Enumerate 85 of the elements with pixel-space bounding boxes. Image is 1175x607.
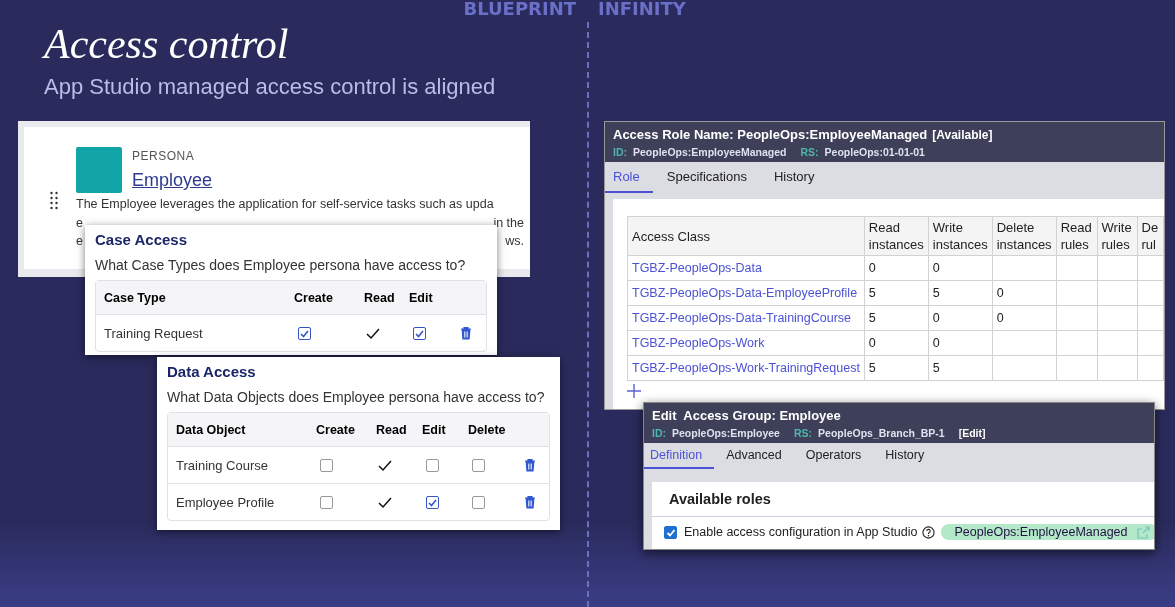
slide-subtitle: App Studio managed access control is aligned — [44, 74, 496, 100]
rs-label: RS: — [800, 146, 819, 158]
column-header: Edit — [421, 422, 447, 437]
drag-handle-icon[interactable] — [50, 191, 58, 210]
table-cell: 5 — [864, 305, 929, 331]
table-cell: 0 — [992, 280, 1057, 306]
checkbox[interactable] — [426, 458, 439, 472]
tab[interactable]: Operators — [799, 443, 874, 469]
description-fragment: ws. — [505, 233, 524, 250]
trash-icon[interactable] — [460, 326, 472, 340]
trash-icon[interactable] — [524, 495, 536, 509]
id-value: PeopleOps:Employee — [672, 427, 780, 439]
rs-label: RS: — [793, 427, 813, 439]
checkmark-icon — [378, 495, 392, 509]
section-title: Available roles — [652, 482, 1154, 517]
checkbox[interactable] — [426, 495, 439, 509]
checkbox-label: Enable access configuration in App Studio — [684, 525, 918, 539]
id-label: ID: — [613, 146, 627, 158]
checkbox[interactable] — [298, 326, 311, 340]
checkbox[interactable] — [320, 458, 333, 472]
checkbox[interactable] — [664, 525, 677, 539]
column-header: Create — [315, 422, 356, 437]
tab[interactable]: Advanced — [720, 443, 794, 469]
role-chip[interactable]: PeopleOps:EmployeeManaged — [940, 524, 1154, 540]
card-title: Case Access — [95, 231, 188, 248]
column-header: Edit — [408, 290, 434, 305]
column-header: Delete instances — [992, 216, 1057, 256]
description-fragment: e — [76, 215, 83, 232]
description-fragment: e — [76, 233, 83, 250]
checkmark-icon — [366, 326, 380, 340]
trash-icon[interactable] — [524, 458, 536, 472]
table-cell: 0 — [992, 305, 1057, 331]
table-cell: 0 — [864, 330, 929, 356]
column-header: Create — [293, 290, 334, 305]
id-value: PeopleOps:EmployeeManaged — [633, 146, 787, 158]
checkbox[interactable] — [472, 495, 485, 509]
table-cell-text: Training Course — [175, 457, 269, 473]
column-header: Write instances — [928, 216, 993, 256]
column-header: Read — [375, 422, 408, 437]
tab[interactable]: Specifications — [658, 162, 760, 193]
card-question: What Case Types does Employee persona have access to? — [95, 257, 467, 273]
checkmark-icon — [378, 458, 392, 472]
brand-text: BLUEPRINT — [462, 0, 576, 19]
table-cell: 5 — [928, 280, 993, 306]
column-header: Delete — [467, 422, 507, 437]
table-cell: 0 — [928, 255, 993, 281]
table-cell: 0 — [864, 255, 929, 281]
column-header: Access Class — [627, 216, 865, 256]
tab[interactable]: History — [879, 443, 937, 469]
tab[interactable]: Role — [605, 162, 653, 193]
column-header: De rul — [1137, 216, 1164, 256]
card-title: Data Access — [167, 363, 257, 380]
window-title: Edit Access Group: Employee — [652, 408, 841, 423]
tab[interactable]: Definition — [644, 443, 715, 469]
persona-name-link[interactable]: Employee — [132, 170, 213, 191]
checkbox[interactable] — [320, 495, 333, 509]
table-cell-text: Employee Profile — [175, 494, 276, 510]
table-cell: 5 — [928, 355, 993, 381]
column-header: Data Object — [175, 422, 247, 437]
card-question: What Data Objects does Employee persona have access to? — [167, 389, 546, 405]
tab[interactable]: History — [765, 162, 828, 193]
persona-label: PERSONA — [132, 149, 196, 163]
column-header: Read — [363, 290, 396, 305]
column-header: Case Type — [103, 290, 167, 305]
table-cell: 0 — [928, 330, 993, 356]
checkbox[interactable] — [472, 458, 485, 472]
rs-value: PeopleOps:01-01-01 — [824, 146, 925, 158]
id-label: ID: — [652, 427, 666, 439]
table-cell: 0 — [928, 305, 993, 331]
help-icon[interactable] — [921, 525, 935, 539]
column-header: Write rules — [1097, 216, 1137, 256]
column-header: Read rules — [1056, 216, 1097, 256]
table-cell: 5 — [864, 280, 929, 306]
column-header: Read instances — [864, 216, 929, 256]
checkbox[interactable] — [413, 326, 426, 340]
persona-description: The Employee leverages the application for self-service tasks such as upda — [76, 196, 495, 213]
rs-value: PeopleOps_Branch_BP-1 — [818, 427, 945, 439]
photo-placeholder — [76, 147, 122, 193]
window-title: Access Role Name: PeopleOps:EmployeeManaged — [613, 127, 928, 142]
edit-link[interactable]: [Edit] — [958, 427, 986, 439]
table-cell: 5 — [864, 355, 929, 381]
status-text: [Available] — [932, 128, 993, 142]
table-cell-text: Training Request — [103, 325, 204, 341]
brand-text: INFINITY — [598, 0, 686, 19]
add-icon[interactable] — [627, 384, 641, 398]
